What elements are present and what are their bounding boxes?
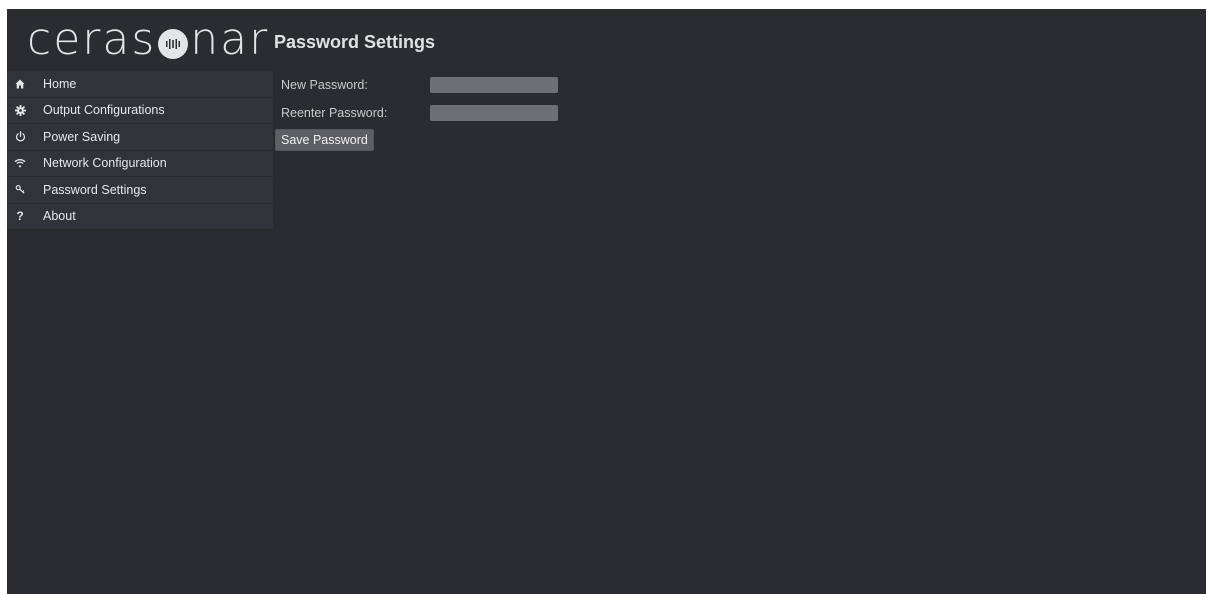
sidebar-item-label: Home [43, 76, 77, 91]
sidebar-item-label: Output Configurations [43, 103, 165, 118]
power-icon [13, 131, 27, 142]
save-password-button[interactable]: Save Password [275, 129, 374, 151]
sidebar-item-home[interactable]: Home [7, 71, 273, 98]
sidebar-item-output-configurations[interactable]: Output Configurations [7, 97, 273, 124]
sidebar-item-label: Password Settings [43, 182, 147, 197]
sidebar-item-power-saving[interactable]: Power Saving [7, 124, 273, 151]
page-title: Password Settings [274, 32, 436, 52]
app-window: ceras nar Password Settings Home Output … [7, 9, 1206, 594]
new-password-row: New Password: [274, 71, 558, 99]
sidebar-item-label: Network Configuration [43, 156, 167, 171]
sonar-wave-icon [158, 28, 189, 59]
new-password-input[interactable] [430, 77, 558, 93]
sidebar-item-password-settings[interactable]: Password Settings [7, 177, 273, 204]
password-form: New Password: Reenter Password: Save Pas… [274, 71, 558, 151]
sidebar-item-about[interactable]: ? About [7, 203, 273, 230]
reenter-password-label: Reenter Password: [281, 106, 388, 120]
sidebar-item-label: About [43, 209, 76, 224]
cerasonar-logo: ceras nar [27, 17, 269, 63]
logo-text-start: ceras [27, 14, 157, 65]
wifi-icon [13, 158, 27, 168]
reenter-password-row: Reenter Password: [274, 99, 558, 127]
sidebar-item-network-configuration[interactable]: Network Configuration [7, 150, 273, 177]
key-icon [13, 184, 27, 195]
question-icon: ? [16, 209, 24, 224]
logo-text-end: nar [190, 14, 270, 65]
gear-icon [13, 104, 27, 116]
sidebar-item-label: Power Saving [43, 129, 121, 144]
new-password-label: New Password: [281, 78, 368, 92]
reenter-password-input[interactable] [430, 105, 558, 121]
sidebar-nav: Home Output Configurations Power Saving … [7, 71, 273, 230]
home-icon [13, 79, 27, 89]
